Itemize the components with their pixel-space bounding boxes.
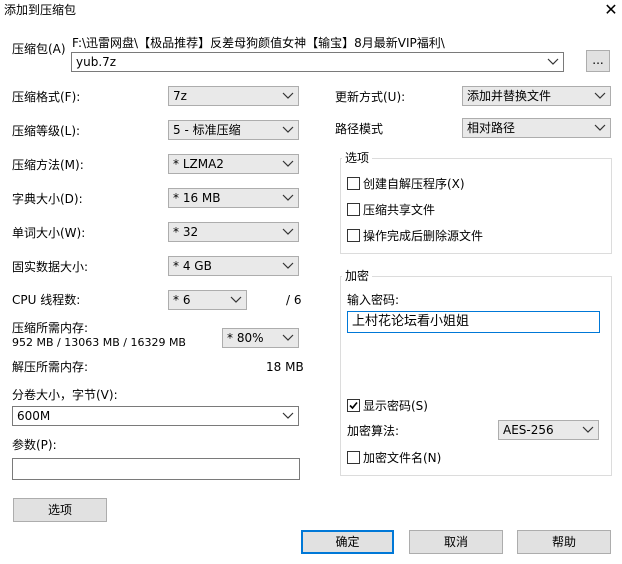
- encrypt-names-checkbox[interactable]: 加密文件名(N): [347, 449, 441, 466]
- level-value: 5 - 标准压缩: [173, 123, 241, 137]
- close-icon[interactable]: ✕: [600, 0, 622, 20]
- dict-combo[interactable]: * 16 MB: [168, 188, 299, 208]
- password-field[interactable]: 上村花论坛看小姐姐: [347, 311, 600, 333]
- level-label: 压缩等级(L):: [12, 124, 81, 138]
- volume-combo[interactable]: 600M: [12, 406, 299, 426]
- method-combo[interactable]: * LZMA2: [168, 154, 299, 174]
- checkbox-box: [347, 451, 360, 464]
- show-password-label: 显示密码(S): [363, 399, 428, 413]
- method-value: * LZMA2: [173, 157, 224, 171]
- archive-path: F:\迅雷网盘\【极品推荐】反差母狗颜值女神【输宝】8月最新VIP福利\: [72, 36, 445, 50]
- shared-checkbox[interactable]: 压缩共享文件: [347, 201, 435, 218]
- mem-comp-value: * 80%: [227, 331, 264, 345]
- format-label: 压缩格式(F):: [12, 90, 81, 104]
- pathmode-label: 路径模式: [335, 122, 384, 136]
- checkbox-box: [347, 229, 360, 242]
- update-combo[interactable]: 添加并替换文件: [462, 86, 611, 106]
- params-label: 参数(P):: [12, 438, 57, 452]
- word-value: * 32: [173, 225, 199, 239]
- sfx-checkbox[interactable]: 创建自解压程序(X): [347, 175, 465, 192]
- chevron-down-icon: [282, 412, 294, 419]
- level-combo[interactable]: 5 - 标准压缩: [168, 120, 299, 140]
- cpu-combo[interactable]: * 6: [168, 290, 247, 310]
- dict-value: * 16 MB: [173, 191, 221, 205]
- cpu-total: / 6: [286, 293, 302, 307]
- options-button[interactable]: 选项: [13, 498, 107, 522]
- mem-decomp-label: 解压所需内存:: [12, 360, 89, 374]
- algo-combo[interactable]: AES-256: [498, 420, 599, 440]
- word-combo[interactable]: * 32: [168, 222, 299, 242]
- ok-button[interactable]: 确定: [301, 530, 394, 554]
- volume-label: 分卷大小，字节(V):: [12, 388, 118, 402]
- pathmode-value: 相对路径: [467, 121, 516, 135]
- chevron-down-icon: [594, 92, 606, 99]
- archive-label: 压缩包(A): [12, 42, 66, 56]
- encrypt-names-label: 加密文件名(N): [363, 451, 442, 465]
- word-label: 单词大小(W):: [12, 226, 86, 240]
- check-icon: [349, 401, 358, 410]
- chevron-down-icon: [547, 58, 559, 65]
- dict-label: 字典大小(D):: [12, 192, 83, 206]
- update-label: 更新方式(U):: [335, 90, 406, 104]
- params-input[interactable]: [12, 458, 300, 480]
- archive-name-value: yub.7z: [76, 55, 117, 69]
- solid-combo[interactable]: * 4 GB: [168, 256, 299, 276]
- method-label: 压缩方法(M):: [12, 158, 84, 172]
- mem-comp-combo[interactable]: * 80%: [222, 328, 299, 348]
- browse-button[interactable]: ...: [586, 50, 610, 72]
- show-password-checkbox[interactable]: 显示密码(S): [347, 397, 428, 414]
- pathmode-combo[interactable]: 相对路径: [462, 118, 611, 138]
- window-title: 添加到压缩包: [4, 3, 77, 17]
- checkbox-box: [347, 203, 360, 216]
- format-value: 7z: [173, 89, 187, 103]
- algo-label: 加密算法:: [347, 424, 400, 438]
- delete-checkbox[interactable]: 操作完成后删除源文件: [347, 227, 483, 244]
- checkbox-box: [347, 399, 360, 412]
- options-group-title: 选项: [342, 151, 373, 165]
- delete-label: 操作完成后删除源文件: [363, 229, 484, 243]
- chevron-down-icon: [282, 194, 294, 201]
- password-label: 输入密码:: [347, 293, 400, 307]
- mem-comp-label: 压缩所需内存:: [12, 321, 89, 335]
- chevron-down-icon: [282, 228, 294, 235]
- chevron-down-icon: [282, 92, 294, 99]
- chevron-down-icon: [282, 126, 294, 133]
- cancel-button[interactable]: 取消: [409, 530, 503, 554]
- format-combo[interactable]: 7z: [168, 86, 299, 106]
- shared-label: 压缩共享文件: [363, 203, 436, 217]
- chevron-down-icon: [582, 426, 594, 433]
- mem-comp-detail: 952 MB / 13063 MB / 16329 MB: [12, 336, 186, 349]
- solid-value: * 4 GB: [173, 259, 212, 273]
- cpu-value: * 6: [173, 293, 191, 307]
- chevron-down-icon: [282, 262, 294, 269]
- update-value: 添加并替换文件: [467, 89, 552, 103]
- mem-decomp-value: 18 MB: [266, 360, 304, 374]
- help-button[interactable]: 帮助: [517, 530, 611, 554]
- volume-value: 600M: [17, 409, 51, 423]
- cpu-label: CPU 线程数:: [12, 293, 81, 307]
- algo-value: AES-256: [503, 423, 554, 437]
- archive-name-combo[interactable]: yub.7z: [71, 52, 564, 72]
- chevron-down-icon: [230, 296, 242, 303]
- chevron-down-icon: [282, 334, 294, 341]
- solid-label: 固实数据大小:: [12, 260, 89, 274]
- chevron-down-icon: [282, 160, 294, 167]
- checkbox-box: [347, 177, 360, 190]
- encryption-group-title: 加密: [342, 269, 373, 283]
- chevron-down-icon: [594, 124, 606, 131]
- sfx-label: 创建自解压程序(X): [363, 177, 465, 191]
